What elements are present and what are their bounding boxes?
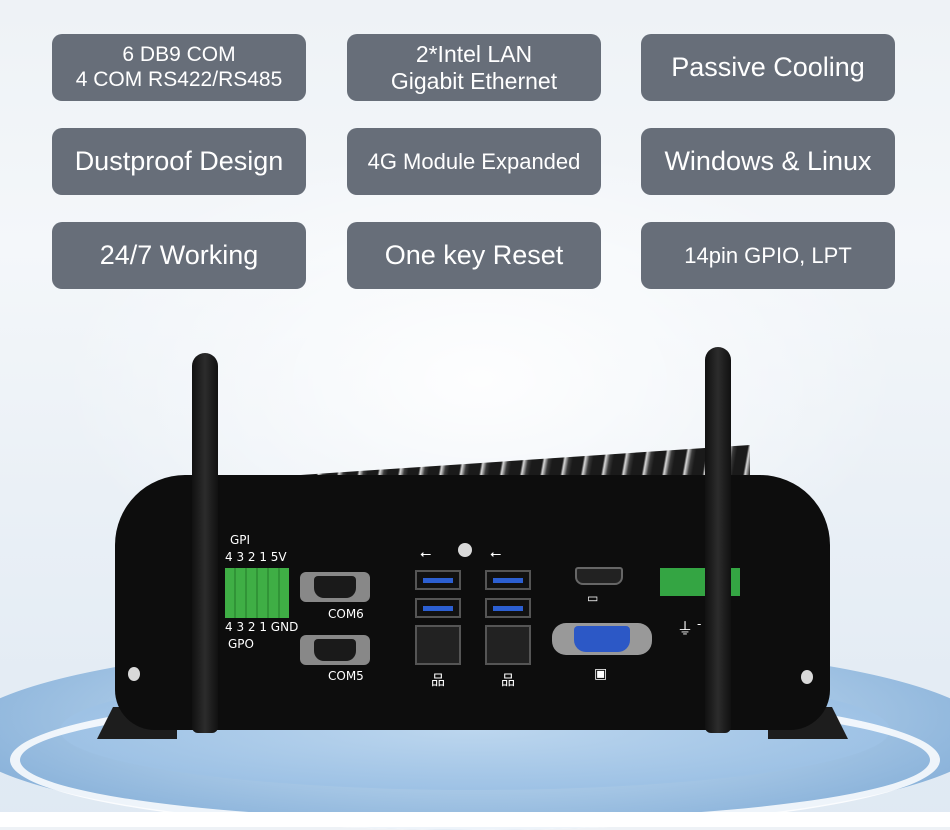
badge-line: Passive Cooling <box>671 51 865 82</box>
badge-line: Gigabit Ethernet <box>390 67 558 94</box>
hdmi-port[interactable] <box>575 567 623 585</box>
antenna-left <box>192 353 218 733</box>
usb-port[interactable] <box>485 598 531 618</box>
feature-badge-dustproof: Dustproof Design <box>52 128 306 195</box>
usb-port[interactable] <box>415 570 461 590</box>
ground-icon: ⏚ <box>677 621 694 638</box>
com6-label: COM6 <box>328 607 364 621</box>
feature-badge-reset: One key Reset <box>347 222 601 289</box>
badge-line: One key Reset <box>384 239 564 270</box>
feature-badge-os: Windows & Linux <box>641 128 895 195</box>
usb-icon: ⭠ <box>420 545 432 561</box>
gpo-label: GPO <box>228 637 254 651</box>
usb-tongue <box>493 606 523 611</box>
db9-connector <box>314 576 356 598</box>
db9-connector <box>314 639 356 661</box>
feature-badge-gpio: 14pin GPIO, LPT <box>641 222 895 289</box>
badge-line: 4 COM RS422/RS485 <box>75 67 283 91</box>
gpi-label: GPI <box>230 533 251 547</box>
antenna-right <box>705 347 731 733</box>
lan-port-1[interactable] <box>415 625 461 665</box>
feature-badge-working: 24/7 Working <box>52 222 306 289</box>
industrial-pc: GPI 4 3 2 1 5V 4 3 2 1 GND GPO COM6 COM5… <box>97 347 848 739</box>
network-icon: 品 <box>431 672 445 688</box>
feature-badge-lan: 2*Intel LAN Gigabit Ethernet <box>347 34 601 101</box>
hdmi-icon: ▭ <box>587 591 599 605</box>
badge-line: Windows & Linux <box>664 145 872 176</box>
badge-line: 14pin GPIO, LPT <box>684 242 852 268</box>
feature-badge-cooling: Passive Cooling <box>641 34 895 101</box>
gpio-terminal-block[interactable] <box>225 568 289 618</box>
lan-port-2[interactable] <box>485 625 531 665</box>
com5-label: COM5 <box>328 669 364 683</box>
gpi-pin-labels: 4 3 2 1 5V <box>225 550 287 564</box>
badge-line: 4G Module Expanded <box>367 148 581 174</box>
reset-button[interactable] <box>458 543 472 557</box>
badge-line: 24/7 Working <box>99 239 259 270</box>
usb-port[interactable] <box>415 598 461 618</box>
badge-line: Dustproof Design <box>74 145 284 176</box>
com6-port[interactable] <box>300 572 370 602</box>
ground-suffix: - <box>697 617 702 631</box>
feature-badge-4g: 4G Module Expanded <box>347 128 601 195</box>
usb-port[interactable] <box>485 570 531 590</box>
badge-line: 2*Intel LAN <box>415 41 533 68</box>
gpo-pin-labels: 4 3 2 1 GND <box>225 620 299 634</box>
monitor-icon: ▣ <box>594 665 608 681</box>
feature-badge-com: 6 DB9 COM 4 COM RS422/RS485 <box>52 34 306 101</box>
badge-line: 6 DB9 COM <box>122 43 236 67</box>
usb-tongue <box>493 578 523 583</box>
com5-port[interactable] <box>300 635 370 665</box>
panel-screw-left <box>128 667 140 681</box>
panel-screw-right <box>801 670 813 684</box>
vga-connector <box>574 626 630 652</box>
usb-tongue <box>423 606 453 611</box>
usb-icon: ⭠ <box>490 545 502 561</box>
vga-port[interactable] <box>552 623 652 655</box>
floor-strip <box>0 812 950 827</box>
usb-tongue <box>423 578 453 583</box>
network-icon: 品 <box>501 672 515 688</box>
